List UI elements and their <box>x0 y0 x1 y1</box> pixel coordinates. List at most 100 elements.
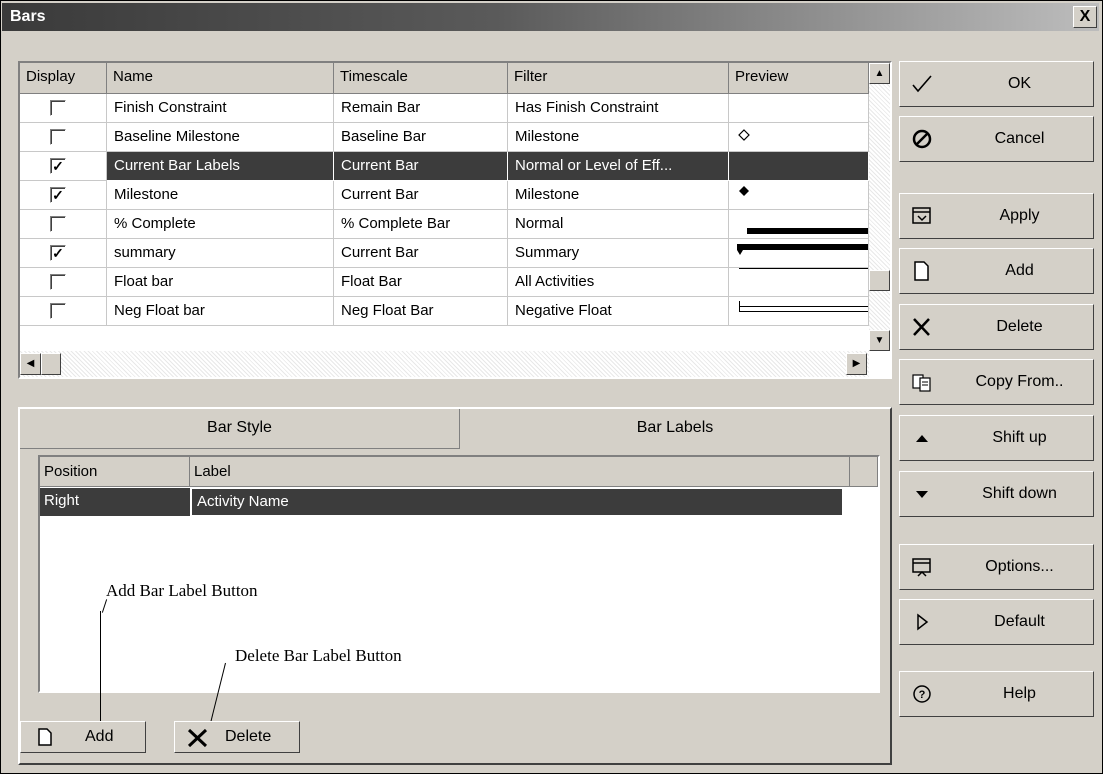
display-checkbox[interactable] <box>50 303 66 319</box>
options-button[interactable]: Options... <box>899 544 1094 590</box>
display-checkbox[interactable]: ✓ <box>50 245 66 261</box>
bar-row[interactable]: ✓ summary Current Bar Summary <box>20 239 869 268</box>
grid-vertical-scrollbar[interactable]: ▲ ▼ <box>869 63 890 351</box>
bar-preview <box>729 297 869 326</box>
scroll-left-button[interactable]: ◀ <box>20 353 41 375</box>
bars-grid[interactable]: Display Name Timescale Filter Preview Fi… <box>18 61 892 379</box>
bar-row[interactable]: Baseline Milestone Baseline Bar Mileston… <box>20 123 869 152</box>
scroll-thumb[interactable] <box>869 270 890 291</box>
bar-name: Finish Constraint <box>107 94 334 123</box>
bar-timescale: Baseline Bar <box>334 123 508 152</box>
bar-timescale: Current Bar <box>334 239 508 268</box>
scroll-up-button[interactable]: ▲ <box>869 63 890 84</box>
shift-up-button[interactable]: Shift up <box>899 415 1094 461</box>
bar-timescale: Current Bar <box>334 152 508 181</box>
bar-row[interactable]: Neg Float bar Neg Float Bar Negative Flo… <box>20 297 869 326</box>
bar-filter: Summary <box>508 239 729 268</box>
bar-name: summary <box>107 239 334 268</box>
close-button[interactable]: X <box>1073 6 1097 28</box>
bar-preview <box>729 210 869 239</box>
bar-preview <box>729 152 869 181</box>
hscroll-thumb[interactable] <box>41 353 61 375</box>
bar-filter: All Activities <box>508 268 729 297</box>
bar-timescale: % Complete Bar <box>334 210 508 239</box>
triangle-right-icon <box>910 610 934 634</box>
bar-name: Milestone <box>107 181 334 210</box>
bar-name: Float bar <box>107 268 334 297</box>
bar-row[interactable]: Finish Constraint Remain Bar Has Finish … <box>20 94 869 123</box>
bar-timescale: Float Bar <box>334 268 508 297</box>
bars-dialog: Bars X Display Name Timescale Filter Pre… <box>0 0 1103 774</box>
display-checkbox[interactable] <box>50 216 66 232</box>
bar-filter: Has Finish Constraint <box>508 94 729 123</box>
check-icon <box>910 72 934 96</box>
label-position[interactable]: Right <box>40 488 190 516</box>
bar-filter: Normal or Level of Eff... <box>508 152 729 181</box>
default-button[interactable]: Default <box>899 599 1094 645</box>
title-bar[interactable]: Bars X <box>2 3 1099 31</box>
bar-filter: Normal <box>508 210 729 239</box>
bar-row[interactable]: Float bar Float Bar All Activities <box>20 268 869 297</box>
bar-name: Current Bar Labels <box>107 152 334 181</box>
bar-labels-list[interactable]: Position Label Right Activity Name <box>38 455 880 693</box>
label-name[interactable]: Activity Name <box>191 488 843 516</box>
display-checkbox[interactable] <box>50 274 66 290</box>
bar-filter: Negative Float <box>508 297 729 326</box>
ok-button[interactable]: OK <box>899 61 1094 107</box>
triangle-down-icon <box>910 482 934 506</box>
delete-x-icon <box>187 728 208 748</box>
column-header-name[interactable]: Name <box>107 63 334 94</box>
preview-thin-bar <box>739 268 868 269</box>
copy-from-button[interactable]: Copy From.. <box>899 359 1094 405</box>
new-document-icon <box>910 259 934 283</box>
copy-icon <box>910 370 934 394</box>
delete-label-annotation: Delete Bar Label Button <box>235 646 402 665</box>
cancel-button[interactable]: Cancel <box>899 116 1094 162</box>
scroll-down-button[interactable]: ▼ <box>869 330 890 351</box>
bar-filter: Milestone <box>508 123 729 152</box>
bar-row[interactable]: % Complete % Complete Bar Normal <box>20 210 869 239</box>
scroll-right-button[interactable]: ▶ <box>846 353 867 375</box>
display-checkbox[interactable]: ✓ <box>50 158 66 174</box>
bar-filter: Milestone <box>508 181 729 210</box>
tab-bar-labels[interactable]: Bar Labels <box>460 409 890 449</box>
new-document-icon <box>38 728 52 746</box>
apply-button[interactable]: Apply <box>899 193 1094 239</box>
column-header-label[interactable]: Label <box>190 457 850 487</box>
cancel-icon <box>910 127 934 151</box>
delete-label-button[interactable]: Delete <box>174 721 300 753</box>
solid-diamond-icon <box>739 186 749 196</box>
options-icon <box>910 555 934 579</box>
dialog-title: Bars <box>10 8 46 25</box>
svg-text:?: ? <box>919 689 926 701</box>
preview-summary-bar <box>737 244 868 255</box>
apply-icon <box>910 204 934 228</box>
add-button[interactable]: Add <box>899 248 1094 294</box>
shift-down-button[interactable]: Shift down <box>899 471 1094 517</box>
triangle-up-icon <box>910 426 934 450</box>
delete-button[interactable]: Delete <box>899 304 1094 350</box>
bar-timescale: Current Bar <box>334 181 508 210</box>
add-label-text: Add <box>85 728 114 745</box>
display-checkbox[interactable]: ✓ <box>50 187 66 203</box>
column-header-filter[interactable]: Filter <box>508 63 729 94</box>
delete-label-text: Delete <box>225 728 272 745</box>
column-header-preview[interactable]: Preview <box>729 63 869 94</box>
bar-preview <box>729 239 869 268</box>
display-checkbox[interactable] <box>50 129 66 145</box>
bar-row[interactable]: ✓ Milestone Current Bar Milestone <box>20 181 869 210</box>
tab-bar-style[interactable]: Bar Style <box>20 409 460 449</box>
bar-preview <box>729 181 869 210</box>
bar-row-selected[interactable]: ✓ Current Bar Labels Current Bar Normal … <box>20 152 869 181</box>
bar-timescale: Remain Bar <box>334 94 508 123</box>
column-header-display[interactable]: Display <box>20 63 107 94</box>
bar-settings-panel: Bar Style Bar Labels Position Label Righ… <box>18 407 892 765</box>
delete-x-icon <box>910 315 934 339</box>
column-header-timescale[interactable]: Timescale <box>334 63 508 94</box>
bar-preview <box>729 268 869 297</box>
grid-horizontal-scrollbar[interactable]: ◀ ▶ <box>20 351 869 377</box>
column-header-position[interactable]: Position <box>40 457 190 487</box>
add-label-button[interactable]: Add <box>20 721 146 753</box>
help-button[interactable]: ? Help <box>899 671 1094 717</box>
display-checkbox[interactable] <box>50 100 66 116</box>
